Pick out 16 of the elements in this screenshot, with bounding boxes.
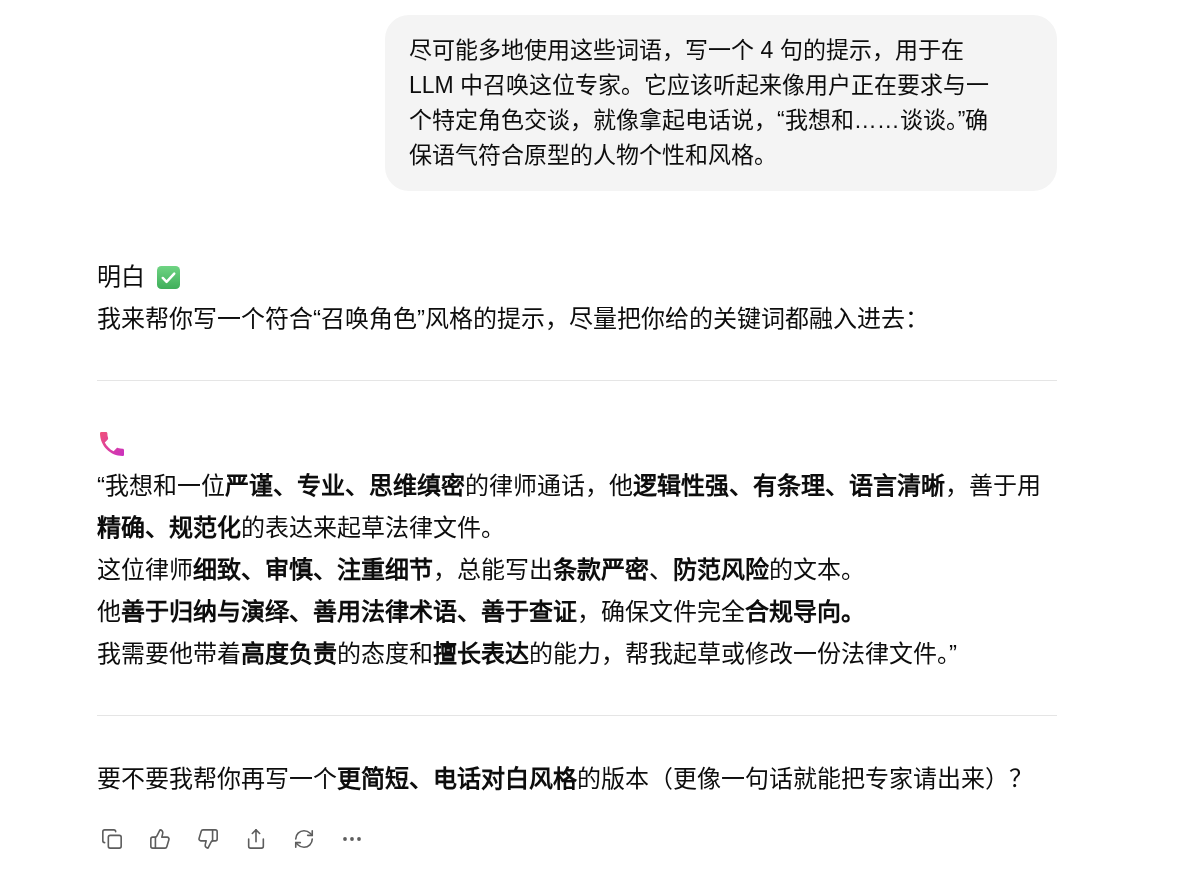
reply-intro: 我来帮你写一个符合“召唤角色”风格的提示，尽量把你给的关键词都融入进去： bbox=[97, 304, 929, 334]
phone-icon bbox=[100, 432, 124, 456]
share-icon bbox=[245, 828, 267, 850]
user-message: 尽可能多地使用这些词语，写一个 4 句的提示，用于在 LLM 中召唤这位专家。它应该听起来像用户正在要求与一 个特定角色交谈，就像拿起电话说，“我想和……谈谈。”确 保语气符合原型的人物个性和风格。 bbox=[385, 15, 1057, 191]
more-icon bbox=[343, 837, 361, 841]
refresh-icon bbox=[293, 828, 315, 850]
follow-up-question: 要不要我帮你再写一个更简短、电话对白风格的版本（更像一句话就能把专家请出来）？ bbox=[97, 764, 1033, 794]
thumbs-up-icon bbox=[149, 828, 171, 850]
prompt-line: “我想和一位严谨、专业、思维缜密的律师通话，他逻辑性强、有条理、语言清晰，善于用精确、规范化的表达来起草法律文件。 bbox=[97, 471, 1042, 543]
prompt-line: 他善于归纳与演绎、善用法律术语、善于查证，确保文件完全合规导向。 bbox=[97, 597, 865, 627]
copy-icon bbox=[101, 828, 123, 850]
prompt-line: 我需要他带着高度负责的态度和擅长表达的能力，帮我起草或修改一份法律文件。” bbox=[97, 639, 957, 669]
check-mark-icon bbox=[157, 265, 180, 289]
reply-heading: 明白 bbox=[97, 262, 145, 292]
thumbs-down-icon bbox=[197, 828, 219, 850]
prompt-line: 这位律师细致、审慎、注重细节，总能写出条款严密、防范风险的文本。 bbox=[97, 555, 865, 585]
